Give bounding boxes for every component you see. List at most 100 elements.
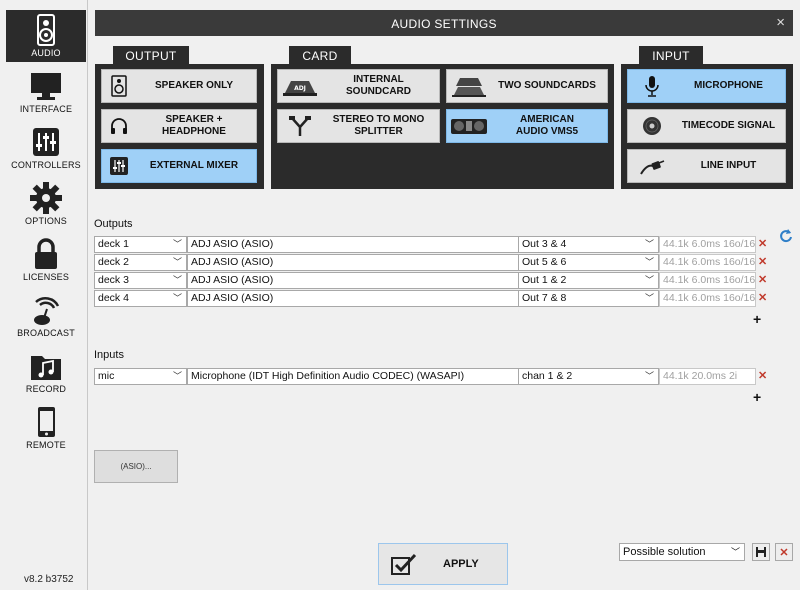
input-channels-select[interactable]: chan 1 & 2 ﹀ — [518, 368, 659, 385]
card-panel: ADJ INTERNAL SOUNDCARD TWO SOUNDCARDS ST… — [271, 64, 614, 189]
chevron-down-icon: ﹀ — [172, 275, 182, 285]
save-button[interactable] — [752, 543, 770, 561]
input-tab: INPUT — [639, 46, 703, 66]
output-name-select[interactable]: deck 2 ﹀ — [94, 254, 187, 271]
output-name-select[interactable]: deck 1 ﹀ — [94, 236, 187, 253]
option-label: STEREO TO MONO SPLITTER — [332, 114, 425, 137]
output-name-select[interactable]: deck 4 ﹀ — [94, 290, 187, 307]
chevron-down-icon: ﹀ — [644, 257, 654, 267]
apply-button[interactable]: APPLY — [378, 543, 508, 585]
mixer-icon — [102, 150, 136, 182]
monitor-icon — [6, 68, 86, 104]
delete-row-icon[interactable]: ✕ — [758, 274, 768, 286]
add-input-icon[interactable]: + — [753, 389, 761, 405]
sidebar-item-broadcast[interactable]: BROADCAST — [6, 290, 86, 342]
option-label: MICROPHONE — [694, 80, 763, 91]
add-output-icon[interactable]: + — [753, 311, 761, 327]
chevron-down-icon: ﹀ — [172, 239, 182, 249]
inputs-label: Inputs — [94, 349, 124, 361]
internal-soundcard-button[interactable]: ADJ INTERNAL SOUNDCARD — [277, 69, 440, 103]
delete-row-icon[interactable]: ✕ — [758, 256, 768, 268]
sidebar-item-label: RECORD — [25, 384, 67, 394]
headphone-icon — [102, 110, 136, 142]
title-bar: AUDIO SETTINGS × — [95, 10, 793, 36]
sidebar-item-record[interactable]: RECORD — [6, 346, 86, 398]
output-channels-select[interactable]: Out 1 & 2 ﹀ — [518, 272, 659, 289]
line-input-button[interactable]: LINE INPUT — [627, 149, 786, 183]
sliders-icon — [6, 124, 86, 160]
speaker-icon — [102, 70, 136, 102]
two-soundcards-button[interactable]: TWO SOUNDCARDS — [446, 69, 608, 103]
output-info: 44.1k 6.0ms 16o/16i — [659, 272, 756, 289]
outputs-label: Outputs — [94, 218, 133, 230]
sidebar-item-remote[interactable]: REMOTE — [6, 402, 86, 454]
sidebar: AUDIO INTERFACE CONTROLLERS OPTIONS LICE… — [0, 0, 88, 590]
lock-icon — [6, 236, 86, 272]
speaker-only-button[interactable]: SPEAKER ONLY — [101, 69, 257, 103]
output-panel: SPEAKER ONLY SPEAKER + HEADPHONE EXTERNA… — [95, 64, 264, 189]
sidebar-item-label: BROADCAST — [17, 328, 75, 338]
sidebar-item-label: LICENSES — [22, 272, 70, 282]
option-label: AMERICAN AUDIO VMS5 — [515, 114, 579, 137]
external-mixer-button[interactable]: EXTERNAL MIXER — [101, 149, 257, 183]
chevron-down-icon: ﹀ — [644, 239, 654, 249]
phone-icon — [6, 404, 86, 440]
line-cable-icon — [628, 150, 676, 182]
option-label: TWO SOUNDCARDS — [498, 80, 596, 91]
output-tab: OUTPUT — [113, 46, 189, 66]
sidebar-item-licenses[interactable]: LICENSES — [6, 234, 86, 286]
sidebar-item-label: OPTIONS — [25, 216, 67, 226]
output-info: 44.1k 6.0ms 16o/16i — [659, 290, 756, 307]
output-info: 44.1k 6.0ms 16o/16i — [659, 236, 756, 253]
version-label: v8.2 b3752 — [24, 574, 74, 585]
sidebar-item-controllers[interactable]: CONTROLLERS — [6, 122, 86, 174]
microphone-button[interactable]: MICROPHONE — [627, 69, 786, 103]
sidebar-item-options[interactable]: OPTIONS — [6, 178, 86, 230]
solution-select[interactable]: Possible solution ﹀ — [619, 543, 745, 561]
option-label: EXTERNAL MIXER — [149, 160, 239, 171]
output-channels-select[interactable]: Out 5 & 6 ﹀ — [518, 254, 659, 271]
sidebar-item-label: INTERFACE — [19, 104, 73, 114]
delete-solution-button[interactable]: ✕ — [775, 543, 793, 561]
refresh-icon[interactable] — [779, 228, 793, 244]
option-label: INTERNAL SOUNDCARD — [346, 74, 411, 97]
page-title: AUDIO SETTINGS — [391, 17, 497, 31]
soundcard-icon — [447, 70, 491, 102]
delete-row-icon[interactable]: ✕ — [758, 238, 768, 250]
music-folder-icon — [6, 348, 86, 384]
vinyl-icon — [628, 110, 676, 142]
output-channels-select[interactable]: Out 7 & 8 ﹀ — [518, 290, 659, 307]
floppy-icon — [756, 547, 766, 557]
chevron-down-icon: ﹀ — [644, 371, 654, 381]
output-channels-select[interactable]: Out 3 & 4 ﹀ — [518, 236, 659, 253]
broadcast-icon — [6, 292, 86, 328]
microphone-icon — [628, 70, 676, 102]
speaker-headphone-button[interactable]: SPEAKER + HEADPHONE — [101, 109, 257, 143]
checkbox-check-icon — [379, 553, 429, 575]
close-icon: ✕ — [779, 546, 789, 559]
sidebar-item-label: AUDIO — [31, 48, 61, 58]
stereo-to-mono-splitter-button[interactable]: STEREO TO MONO SPLITTER — [277, 109, 440, 143]
chevron-down-icon: ﹀ — [730, 547, 740, 557]
option-label: TIMECODE SIGNAL — [681, 120, 776, 131]
option-label: SPEAKER + HEADPHONE — [162, 114, 226, 137]
asio-config-button[interactable]: (ASIO)... — [94, 450, 178, 483]
sidebar-item-label: REMOTE — [26, 440, 66, 450]
output-name-select[interactable]: deck 3 ﹀ — [94, 272, 187, 289]
svg-text:ADJ: ADJ — [294, 85, 306, 92]
input-name-select[interactable]: mic ﹀ — [94, 368, 187, 385]
chevron-down-icon: ﹀ — [644, 275, 654, 285]
american-audio-vms5-button[interactable]: AMERICAN AUDIO VMS5 — [446, 109, 608, 143]
chevron-down-icon: ﹀ — [172, 293, 182, 303]
chevron-down-icon: ﹀ — [644, 293, 654, 303]
card-tab: CARD — [289, 46, 351, 66]
sidebar-item-audio[interactable]: AUDIO — [6, 10, 86, 62]
sidebar-item-interface[interactable]: INTERFACE — [6, 66, 86, 118]
timecode-signal-button[interactable]: TIMECODE SIGNAL — [627, 109, 786, 143]
input-info: 44.1k 20.0ms 2i — [659, 368, 756, 385]
delete-row-icon[interactable]: ✕ — [758, 292, 768, 304]
output-info: 44.1k 6.0ms 16o/16i — [659, 254, 756, 271]
delete-row-icon[interactable]: ✕ — [758, 370, 768, 382]
close-icon[interactable]: × — [776, 14, 785, 31]
sidebar-item-label: CONTROLLERS — [11, 160, 81, 170]
